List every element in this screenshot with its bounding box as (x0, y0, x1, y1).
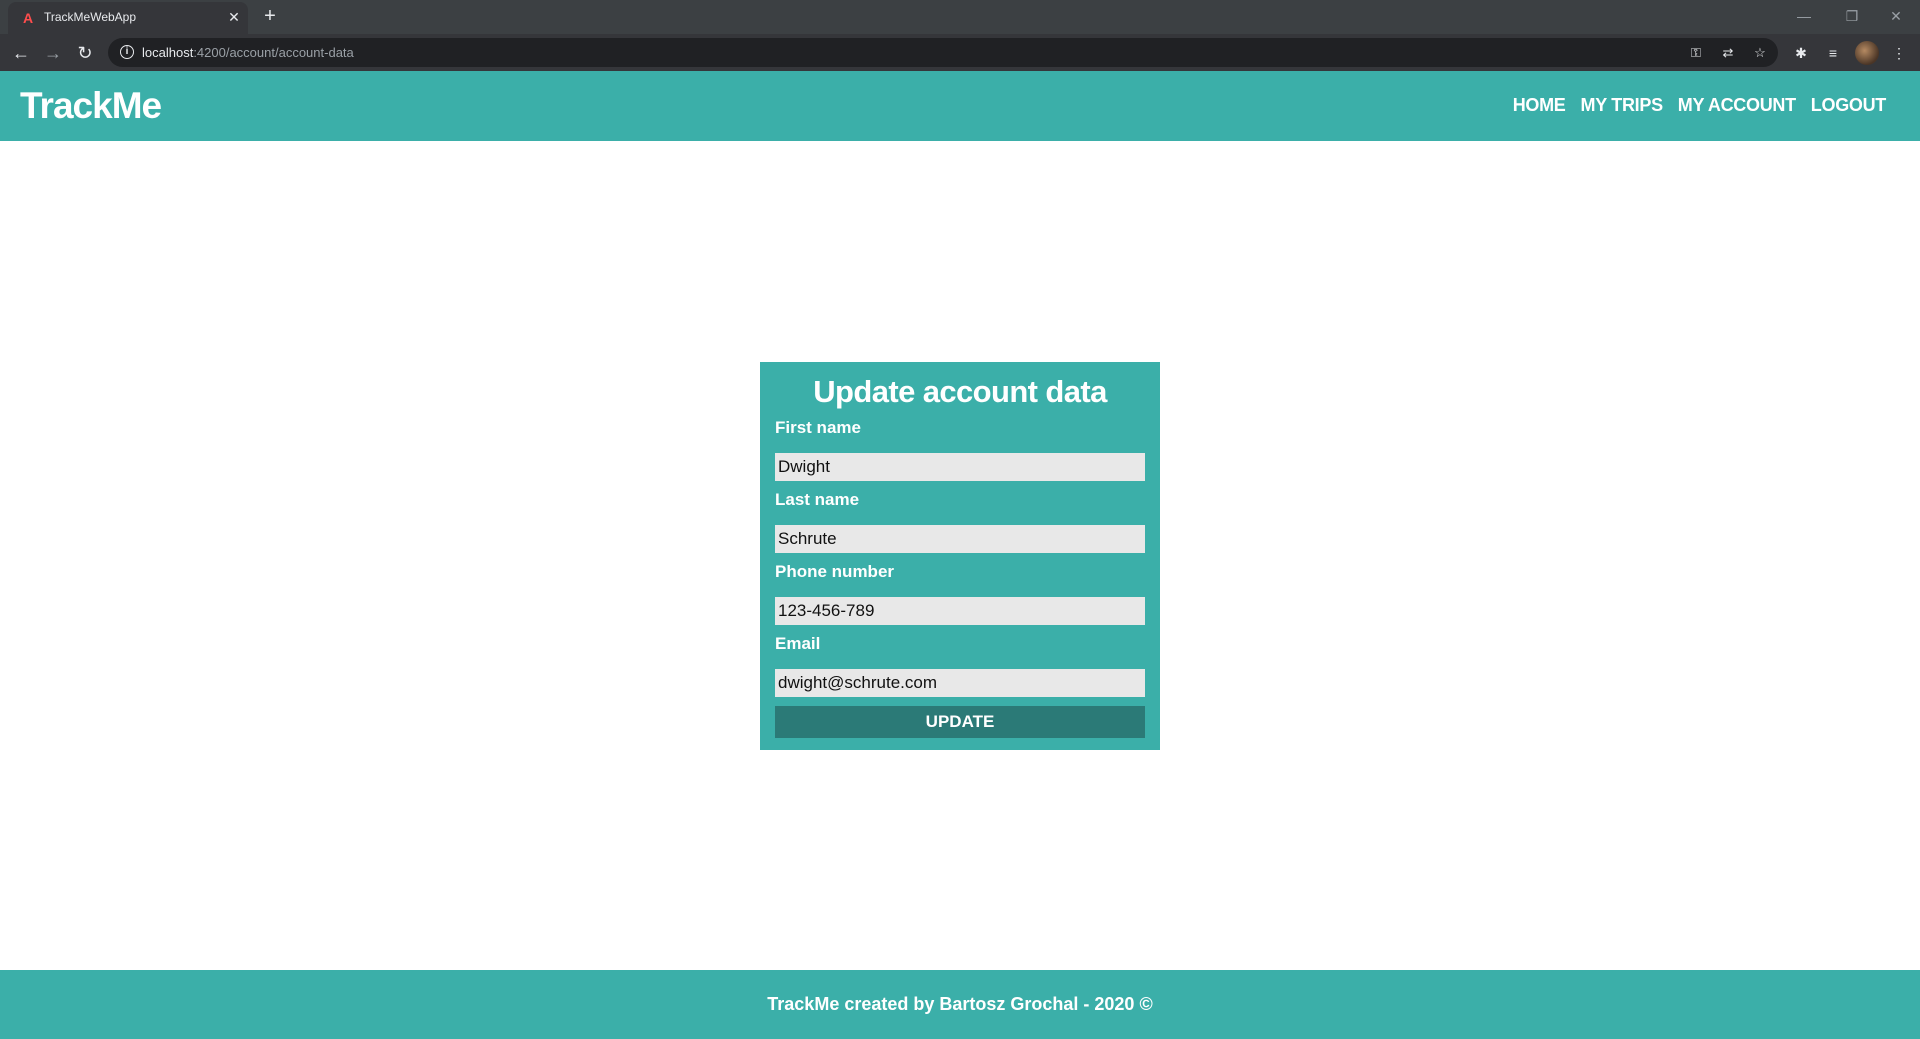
first-name-field[interactable] (775, 453, 1145, 481)
reload-icon[interactable]: ↻ (72, 40, 98, 66)
phone-number-label: Phone number (775, 562, 895, 581)
tab-title: TrackMeWebApp (44, 10, 137, 24)
url-text[interactable]: localhost:4200/account/account-data (142, 45, 354, 60)
app-footer: TrackMe created by Bartosz Grochal - 202… (0, 970, 1920, 1039)
star-icon[interactable]: ☆ (1750, 43, 1770, 63)
translate-icon[interactable]: ⇄ (1718, 43, 1738, 63)
update-account-form: Update account data First name Last name… (760, 362, 1160, 750)
last-name-field[interactable] (775, 525, 1145, 553)
main-nav: HOME MY TRIPS MY ACCOUNT LOGOUT (1513, 95, 1887, 116)
info-icon[interactable]: i (120, 45, 134, 59)
email-field[interactable] (775, 669, 1145, 697)
new-tab-icon[interactable]: + (258, 4, 282, 28)
angular-icon: A (22, 10, 34, 26)
restore-icon[interactable]: ❐ (1832, 4, 1872, 28)
close-icon[interactable]: ✕ (226, 8, 242, 26)
nav-home[interactable]: HOME (1513, 95, 1566, 116)
nav-logout[interactable]: LOGOUT (1811, 95, 1887, 116)
last-name-label: Last name (775, 490, 860, 509)
nav-my-account[interactable]: MY ACCOUNT (1678, 95, 1796, 116)
logo[interactable]: TrackMe (20, 85, 162, 127)
avatar[interactable] (1855, 41, 1879, 65)
media-icon[interactable]: ≡ (1822, 42, 1844, 64)
form-title: Update account data (813, 374, 1107, 409)
phone-number-field[interactable] (775, 597, 1145, 625)
first-name-label: First name (775, 418, 861, 437)
extensions-icon[interactable]: ✱ (1790, 42, 1812, 64)
update-button[interactable]: UPDATE (775, 706, 1145, 738)
browser-tab[interactable]: A TrackMeWebApp ✕ (8, 2, 248, 34)
app-header: TrackMe HOME MY TRIPS MY ACCOUNT LOGOUT (0, 71, 1920, 141)
minimize-icon[interactable]: — (1784, 4, 1824, 28)
nav-my-trips[interactable]: MY TRIPS (1581, 95, 1664, 116)
forward-icon[interactable]: → (40, 40, 66, 66)
address-bar[interactable]: i localhost:4200/account/account-data ⚿ … (108, 38, 1778, 67)
browser-toolbar: ← → ↻ i localhost:4200/account/account-d… (0, 34, 1920, 71)
footer-text: TrackMe created by Bartosz Grochal - 202… (767, 994, 1153, 1014)
back-icon[interactable]: ← (8, 40, 34, 66)
email-label: Email (775, 634, 821, 653)
more-icon[interactable]: ⋮ (1888, 42, 1910, 64)
key-icon[interactable]: ⚿ (1686, 43, 1706, 63)
browser-tabstrip: A TrackMeWebApp ✕ + — ❐ ✕ (0, 0, 1920, 34)
window-close-icon[interactable]: ✕ (1876, 4, 1916, 28)
